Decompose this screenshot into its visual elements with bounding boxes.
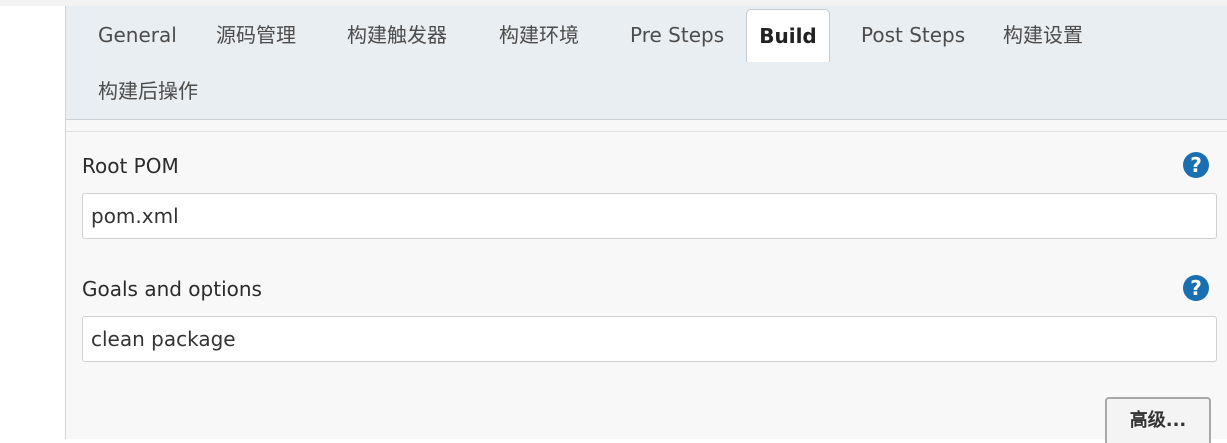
root-pom-input[interactable] [82,193,1217,239]
advanced-button[interactable]: 高级... [1105,397,1211,443]
section-divider [66,131,1227,132]
root-pom-label: Root POM [82,154,179,178]
tab-build-triggers[interactable]: 构建触发器 [347,9,447,62]
goals-options-label: Goals and options [82,277,262,301]
tab-post-steps[interactable]: Post Steps [861,9,965,62]
tab-bar: General 源码管理 构建触发器 构建环境 Pre Steps Build … [66,6,1227,120]
tab-build-settings[interactable]: 构建设置 [1003,9,1083,62]
left-gutter [0,6,65,439]
tab-pre-steps[interactable]: Pre Steps [630,9,724,62]
tab-build-environment[interactable]: 构建环境 [499,9,579,62]
help-icon[interactable]: ? [1183,152,1209,178]
tab-post-build-actions[interactable]: 构建后操作 [98,65,198,118]
config-panel: General 源码管理 构建触发器 构建环境 Pre Steps Build … [65,6,1227,443]
tab-build[interactable]: Build [746,9,830,62]
goals-options-input[interactable] [82,316,1217,362]
tab-general[interactable]: General [98,9,177,62]
help-icon[interactable]: ? [1183,275,1209,301]
tab-source-management[interactable]: 源码管理 [216,9,296,62]
